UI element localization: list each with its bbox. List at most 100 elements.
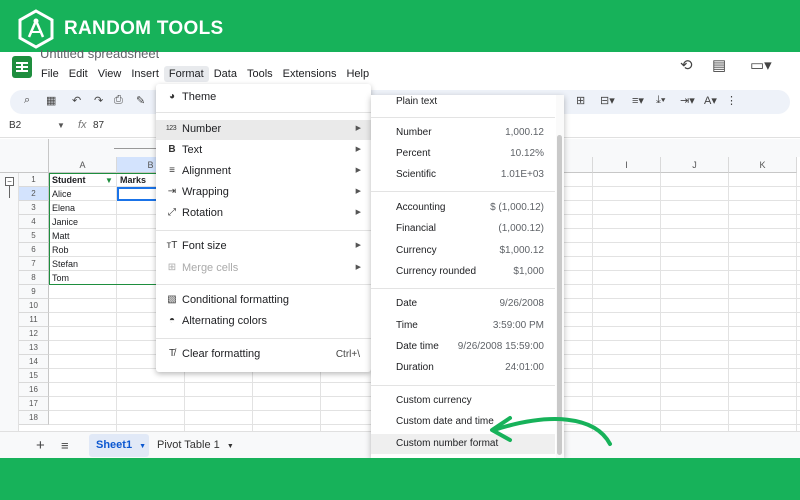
row-header[interactable]: 8 (19, 271, 49, 285)
menu-insert[interactable]: Insert (126, 66, 164, 82)
menu-help[interactable]: Help (341, 66, 374, 82)
collapse-group-icon[interactable]: − (5, 177, 14, 186)
menu-item-text[interactable]: B Text ▶ (156, 141, 371, 161)
menu-item-conditional-formatting[interactable]: ▧ Conditional formatting (156, 291, 371, 311)
student-cell[interactable]: Rob (49, 243, 117, 257)
submenu-item-plain-text[interactable]: Plain text (371, 95, 555, 112)
format-example: 10.12% (510, 148, 544, 159)
menu-item-number[interactable]: 123 Number ▶ (156, 120, 371, 140)
column-header[interactable]: A (49, 157, 117, 173)
submenu-item-time[interactable]: Time 3:59:00 PM (371, 316, 555, 336)
menu-extensions[interactable]: Extensions (278, 66, 342, 82)
menu-item-label: Alternating colors (182, 315, 267, 327)
student-cell[interactable]: Tom (49, 271, 117, 285)
student-cell[interactable]: Alice (49, 187, 117, 201)
redo-icon[interactable]: ↷ (94, 94, 103, 107)
column-header[interactable]: J (661, 157, 729, 173)
row-header[interactable]: 5 (19, 229, 49, 243)
menu-item-font-size[interactable]: тT Font size ▶ (156, 237, 371, 257)
fill-drop-icon: ◓ (168, 315, 176, 326)
brand-name: RANDOM TOOLS (64, 18, 224, 39)
borders-icon[interactable]: ⊞ (576, 94, 585, 107)
submenu-item-accounting[interactable]: Accounting $ (1,000.12) (371, 198, 555, 218)
row-header[interactable]: 2 (19, 187, 49, 201)
row-header[interactable]: 11 (19, 313, 49, 327)
row-header[interactable]: 7 (19, 257, 49, 271)
menus-icon[interactable]: ▦ (46, 94, 56, 107)
row-header[interactable]: 3 (19, 201, 49, 215)
submenu-item-date-time[interactable]: Date time 9/26/2008 15:59:00 (371, 337, 555, 357)
paint-format-icon[interactable]: ✎ (136, 94, 145, 107)
menu-file[interactable]: File (36, 66, 64, 82)
all-sheets-icon[interactable]: ≡ (61, 438, 69, 453)
undo-icon[interactable]: ↶ (72, 94, 81, 107)
history-icon[interactable]: ⟲ (680, 56, 693, 74)
merge-cells-icon[interactable]: ⊟▾ (600, 94, 615, 107)
row-header[interactable]: 12 (19, 327, 49, 341)
vertical-align-icon[interactable]: ⤓▾ (656, 94, 665, 107)
row-header[interactable]: 10 (19, 299, 49, 313)
menu-item-label: Wrapping (182, 186, 229, 198)
text-wrapping-icon[interactable]: ⇥▾ (680, 94, 695, 107)
sheet-tab-active[interactable]: Sheet1 ▼ (89, 434, 149, 457)
row-header[interactable]: 1 (19, 173, 49, 187)
horizontal-align-icon[interactable]: ≡▾ (632, 94, 644, 107)
menu-data[interactable]: Data (209, 66, 242, 82)
menu-item-theme[interactable]: ◕ Theme (156, 88, 371, 108)
student-cell[interactable]: Elena (49, 201, 117, 215)
table-header-cell[interactable]: Marks (117, 173, 157, 187)
menu-item-alternating-colors[interactable]: ◓ Alternating colors (156, 312, 371, 332)
row-header[interactable]: 14 (19, 355, 49, 369)
more-options-icon[interactable]: ⋮ (726, 94, 737, 107)
menu-item-clear-formatting[interactable]: T̸ Clear formatting Ctrl+\ (156, 345, 371, 365)
document-title[interactable]: Untitled spreadsheet (40, 50, 159, 62)
sheets-logo-icon[interactable] (12, 56, 32, 78)
row-header[interactable]: 13 (19, 341, 49, 355)
submenu-item-duration[interactable]: Duration 24:01:00 (371, 358, 555, 378)
name-box[interactable]: B2 (9, 120, 21, 131)
print-icon[interactable]: ⎙ (114, 94, 123, 107)
menu-format[interactable]: Format (163, 66, 209, 82)
comment-icon[interactable]: ▤ (712, 56, 726, 74)
menu-edit[interactable]: Edit (64, 66, 93, 82)
row-header[interactable]: 4 (19, 215, 49, 229)
submenu-item-financial[interactable]: Financial (1,000.12) (371, 219, 555, 239)
row-header[interactable]: 16 (19, 383, 49, 397)
fx-icon: fx (78, 119, 87, 131)
menu-item-alignment[interactable]: ≡ Alignment ▶ (156, 162, 371, 182)
formula-input[interactable]: 87 (93, 120, 104, 131)
menu-view[interactable]: View (93, 66, 127, 82)
menu-tools[interactable]: Tools (242, 66, 278, 82)
row-header[interactable]: 18 (19, 411, 49, 425)
submenu-item-currency-rounded[interactable]: Currency rounded $1,000 (371, 262, 555, 282)
row-header[interactable]: 6 (19, 243, 49, 257)
student-cell[interactable]: Janice (49, 215, 117, 229)
row-header[interactable]: 9 (19, 285, 49, 299)
number-format-icon: 123 (165, 125, 177, 132)
format-example: 9/26/2008 (499, 298, 545, 309)
column-header[interactable]: K (729, 157, 797, 173)
menu-item-wrapping[interactable]: ⇥ Wrapping ▶ (156, 183, 371, 203)
video-call-icon[interactable]: ▭▾ (750, 56, 772, 74)
menu-divider (371, 288, 555, 289)
menu-item-rotation[interactable]: ⤢ Rotation ▶ (156, 204, 371, 224)
submenu-item-scientific[interactable]: Scientific 1.01E+03 (371, 165, 555, 185)
name-box-dropdown-icon[interactable]: ▼ (57, 121, 65, 130)
add-sheet-icon[interactable]: + (36, 437, 45, 454)
text-rotation-icon[interactable]: A▾ (704, 94, 717, 107)
submenu-item-currency[interactable]: Currency $1,000.12 (371, 241, 555, 261)
student-cell[interactable]: Stefan (49, 257, 117, 271)
student-cell[interactable]: Matt (49, 229, 117, 243)
row-header[interactable]: 17 (19, 397, 49, 411)
select-all-corner[interactable] (0, 139, 49, 173)
search-icon[interactable]: ⌕ (24, 94, 30, 107)
submenu-item-date[interactable]: Date 9/26/2008 (371, 294, 555, 314)
table-header-cell[interactable]: Student (49, 173, 109, 187)
row-header[interactable]: 15 (19, 369, 49, 383)
sheet-tab[interactable]: Pivot Table 1 ▼ (157, 434, 234, 457)
format-example: 1,000.12 (505, 127, 544, 138)
filter-icon[interactable]: ▼ (105, 176, 113, 185)
submenu-item-percent[interactable]: Percent 10.12% (371, 144, 555, 164)
column-header[interactable]: I (593, 157, 661, 173)
submenu-item-number[interactable]: Number 1,000.12 (371, 123, 555, 143)
